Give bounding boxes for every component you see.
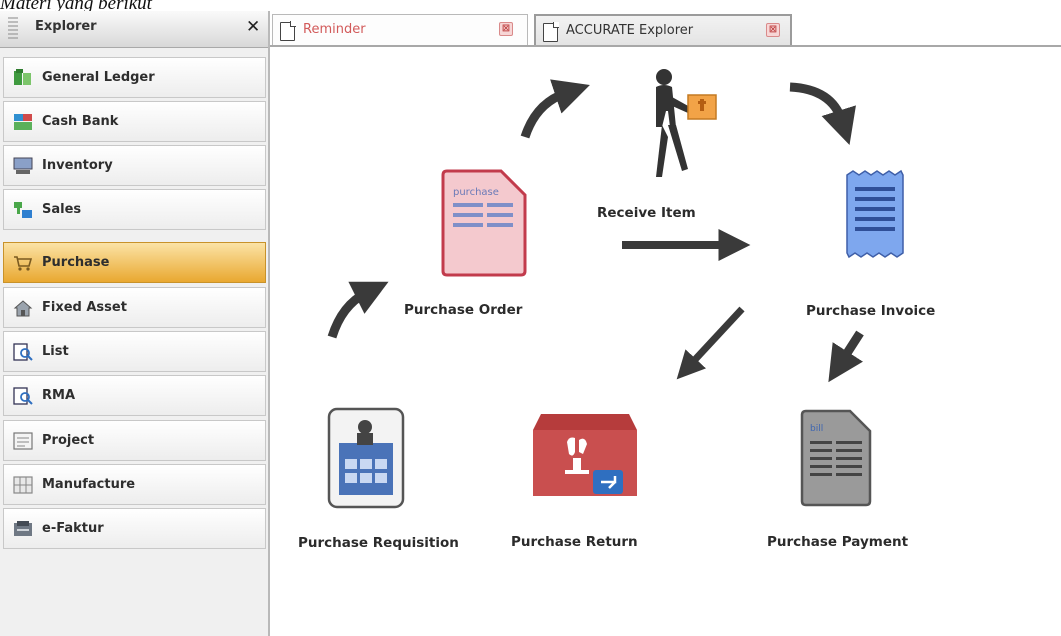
cash-bank-icon (14, 114, 32, 130)
manufacture-icon (13, 476, 33, 494)
sidebar-item-purchase[interactable]: Purchase (3, 242, 266, 283)
caption-text: Materi yang berikut (0, 0, 152, 14)
tab-label: ACCURATE Explorer (566, 23, 694, 38)
explorer-content: Receive Item purchase Purchase Order Pur… (270, 47, 1061, 636)
magnifier-doc-icon (13, 387, 33, 405)
sidebar-item-inventory[interactable]: Inventory (3, 145, 266, 186)
explorer-sidebar: Explorer ✕ General Ledger Cash Bank Inve… (0, 11, 270, 636)
document-icon (280, 21, 296, 41)
sidebar-item-manufacture[interactable]: Manufacture (3, 464, 266, 505)
sidebar-item-project[interactable]: Project (3, 420, 266, 461)
sidebar-item-label: General Ledger (42, 70, 155, 85)
arrow-requisition-to-order (327, 281, 389, 339)
tab-close-button[interactable]: ⊠ (499, 22, 513, 36)
house-icon (13, 300, 33, 317)
tab-close-button[interactable]: ⊠ (766, 23, 780, 37)
sidebar-title: Explorer (35, 19, 97, 34)
sidebar-item-label: Purchase (42, 255, 110, 270)
sidebar-item-label: Sales (42, 202, 82, 217)
tab-accurate-explorer[interactable]: ACCURATE Explorer ⊠ (534, 14, 792, 45)
sidebar-item-rma[interactable]: RMA (3, 375, 266, 416)
inventory-icon (13, 157, 33, 174)
sidebar-item-general-ledger[interactable]: General Ledger (3, 57, 266, 98)
sidebar-item-fixed-asset[interactable]: Fixed Asset (3, 287, 266, 328)
sidebar-close-button[interactable]: ✕ (246, 17, 260, 37)
sidebar-item-label: Manufacture (42, 477, 136, 492)
arrow-invoice-to-payment (828, 330, 864, 383)
tab-label: Reminder (303, 22, 366, 37)
sidebar-item-list[interactable]: List (3, 331, 266, 372)
arrow-order-to-receive (520, 79, 590, 139)
sidebar-item-label: e-Faktur (42, 521, 104, 536)
sidebar-header: Explorer ✕ (0, 11, 268, 48)
sidebar-item-sales[interactable]: Sales (3, 189, 266, 230)
e-faktur-icon (14, 521, 32, 536)
arrow-invoice-to-return (676, 306, 745, 380)
magnifier-doc-icon (13, 343, 33, 361)
tab-reminder[interactable]: Reminder ⊠ (272, 14, 528, 45)
document-icon (543, 22, 559, 42)
sidebar-item-label: Cash Bank (42, 114, 119, 129)
sidebar-item-label: Project (42, 433, 95, 448)
sales-icon (14, 202, 32, 218)
tab-bar: Reminder ⊠ ACCURATE Explorer ⊠ (270, 11, 1061, 47)
cart-icon (14, 256, 33, 271)
sidebar-item-label: Fixed Asset (42, 300, 127, 315)
arrow-receive-to-invoice (789, 82, 856, 146)
sidebar-item-label: List (42, 344, 69, 359)
project-icon (13, 432, 33, 450)
flow-arrows (327, 79, 864, 383)
general-ledger-icon (14, 69, 31, 85)
grip-icon[interactable] (8, 17, 18, 41)
sidebar-item-cash-bank[interactable]: Cash Bank (3, 101, 266, 142)
sidebar-item-e-faktur[interactable]: e-Faktur (3, 508, 266, 549)
sidebar-item-label: Inventory (42, 158, 113, 173)
sidebar-item-label: RMA (42, 388, 76, 403)
